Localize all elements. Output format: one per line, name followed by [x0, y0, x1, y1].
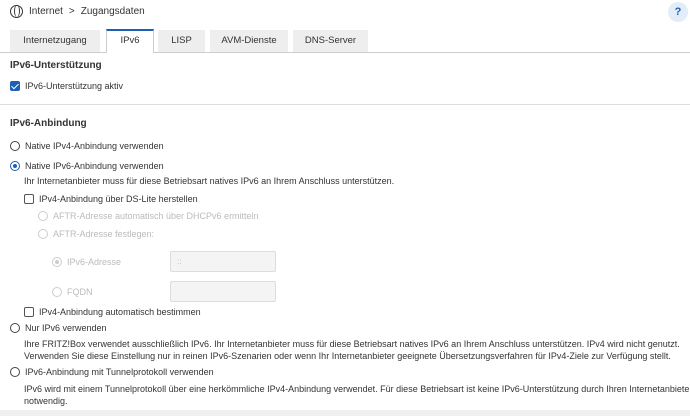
- divider: [0, 104, 690, 105]
- checkbox-checked-icon[interactable]: [10, 81, 20, 91]
- fqdn-input[interactable]: [170, 281, 276, 302]
- radio-icon[interactable]: [52, 287, 62, 297]
- radio-label: Native IPv4-Anbindung verwenden: [25, 141, 164, 151]
- ipv6-address-input[interactable]: ::: [170, 251, 276, 272]
- only-ipv6-description-2: Verwenden Sie diese Einstellung nur in r…: [24, 351, 671, 361]
- radio-label: IPv6-Anbindung mit Tunnelprotokoll verwe…: [25, 367, 214, 377]
- tab-ipv6[interactable]: IPv6: [106, 29, 154, 53]
- radio-label: AFTR-Adresse festlegen:: [53, 229, 155, 239]
- checkbox-label: IPv6-Unterstützung aktiv: [25, 81, 124, 91]
- tunnel-description-2: notwendig.: [24, 396, 68, 406]
- radio-selected-icon[interactable]: [10, 161, 20, 171]
- auto-ipv4-checkbox[interactable]: IPv4-Anbindung automatisch bestimmen: [24, 307, 201, 317]
- radio-fqdn[interactable]: FQDN: [52, 287, 93, 297]
- only-ipv6-description-1: Ihre FRITZ!Box verwendet ausschließlich …: [24, 339, 680, 349]
- radio-icon[interactable]: [38, 229, 48, 239]
- dslite-checkbox[interactable]: IPv4-Anbindung über DS-Lite herstellen: [24, 194, 198, 204]
- radio-label: AFTR-Adresse automatisch über DHCPv6 erm…: [53, 211, 259, 221]
- radio-aftr-fixed[interactable]: AFTR-Adresse festlegen:: [38, 229, 154, 239]
- checkbox-label: IPv4-Anbindung automatisch bestimmen: [39, 307, 201, 317]
- breadcrumb-root[interactable]: Internet: [29, 6, 63, 17]
- radio-icon[interactable]: [10, 141, 20, 151]
- chevron-right-icon: >: [68, 6, 75, 17]
- tab-avm-dienste[interactable]: AVM-Dienste: [210, 30, 288, 52]
- globe-icon: [10, 5, 23, 18]
- radio-tunnel[interactable]: IPv6-Anbindung mit Tunnelprotokoll verwe…: [10, 367, 214, 377]
- radio-native-ipv4[interactable]: Native IPv4-Anbindung verwenden: [10, 141, 164, 151]
- radio-selected-icon[interactable]: [52, 257, 62, 267]
- radio-ipv6-address[interactable]: IPv6-Adresse: [52, 257, 121, 267]
- radio-label: IPv6-Adresse: [67, 257, 122, 267]
- radio-icon[interactable]: [10, 367, 20, 377]
- tab-bar: Internetzugang IPv6 LISP AVM-Dienste DNS…: [0, 29, 690, 53]
- breadcrumb: Internet > Zugangsdaten: [10, 5, 145, 18]
- footer-bar: [0, 410, 690, 416]
- radio-icon[interactable]: [38, 211, 48, 221]
- radio-icon[interactable]: [10, 323, 20, 333]
- radio-only-ipv6[interactable]: Nur IPv6 verwenden: [10, 323, 107, 333]
- radio-aftr-auto[interactable]: AFTR-Adresse automatisch über DHCPv6 erm…: [38, 211, 259, 221]
- support-heading: IPv6-Unterstützung: [10, 60, 102, 71]
- radio-label: Nur IPv6 verwenden: [25, 323, 107, 333]
- tab-internetzugang[interactable]: Internetzugang: [10, 30, 100, 52]
- radio-label: Native IPv6-Anbindung verwenden: [25, 161, 164, 171]
- binding-heading: IPv6-Anbindung: [10, 118, 87, 129]
- radio-label: FQDN: [67, 287, 93, 297]
- tab-dns-server[interactable]: DNS-Server: [293, 30, 368, 52]
- native-ipv6-description: Ihr Internetanbieter muss für diese Betr…: [24, 176, 395, 186]
- checkbox-icon[interactable]: [24, 307, 34, 317]
- breadcrumb-current: Zugangsdaten: [80, 6, 145, 17]
- tunnel-description-1: IPv6 wird mit einem Tunnelprotokoll über…: [24, 384, 690, 394]
- help-button[interactable]: ?: [668, 2, 688, 22]
- ipv6-support-checkbox[interactable]: IPv6-Unterstützung aktiv: [10, 81, 123, 91]
- checkbox-label: IPv4-Anbindung über DS-Lite herstellen: [39, 194, 198, 204]
- checkbox-icon[interactable]: [24, 194, 34, 204]
- radio-native-ipv6[interactable]: Native IPv6-Anbindung verwenden: [10, 161, 164, 171]
- tab-lisp[interactable]: LISP: [158, 30, 205, 52]
